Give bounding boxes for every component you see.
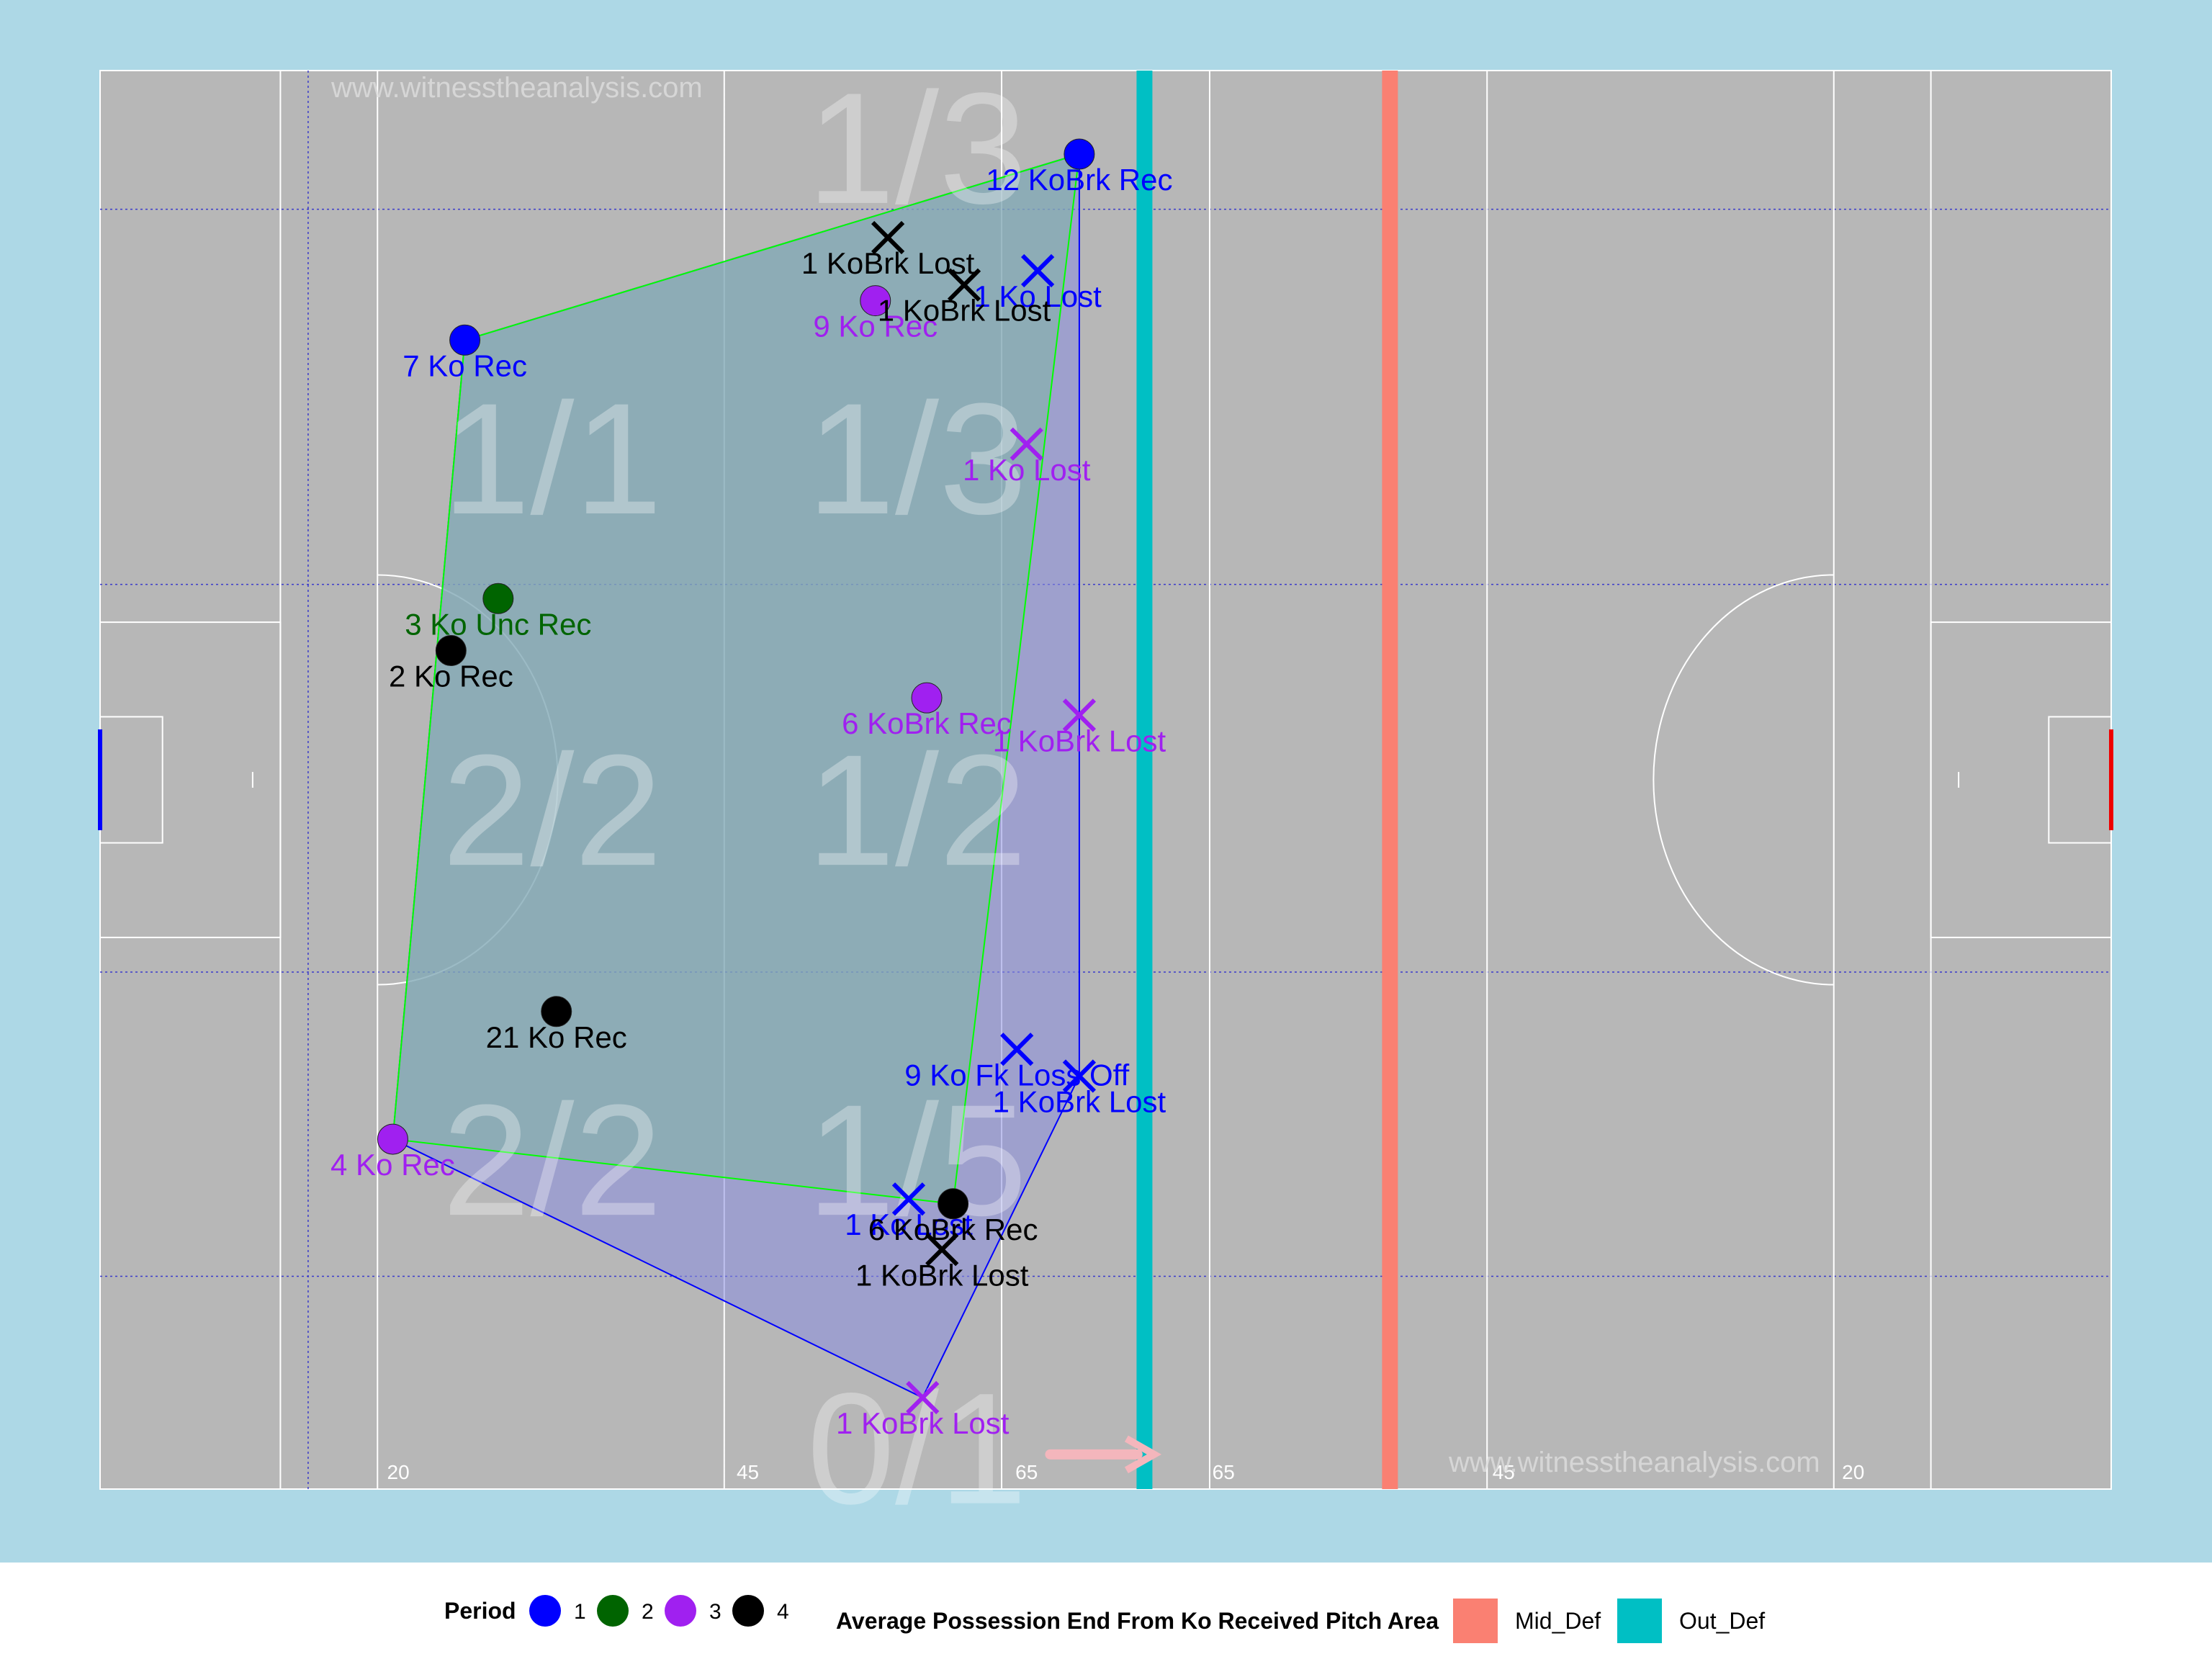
point-label: 1 KoBrk Lost [993, 1085, 1166, 1119]
legend-area-label: Mid_Def [1515, 1608, 1601, 1634]
point-label: 1 KoBrk Lost [993, 724, 1166, 757]
chart-root: 1/3 1/1 1/3 2/2 1/2 2/2 1/5 0/1 20 45 65 65 45 20 ww… [0, 0, 2212, 1659]
legend-period-swatch [529, 1595, 561, 1627]
watermark-top: www.witnesstheanalysis.com [331, 72, 703, 104]
pitch-chart: 1/31/1 1/32/2 1/22/2 1/50/1 20 45 65 65 45 20 ww… [0, 0, 2212, 1659]
point-label: 7 Ko Rec [403, 349, 527, 382]
point-label: 6 KoBrk Rec [842, 706, 1012, 740]
legend-period-label: 2 [642, 1600, 654, 1624]
zone-label: 1/1 [442, 370, 662, 547]
legend-period-swatch [732, 1595, 764, 1627]
point-label: 1 Ko Lost [963, 453, 1091, 487]
point-label: 1 KoBrk Lost [878, 294, 1051, 328]
x-tick-label: 20 [1842, 1461, 1864, 1483]
zone-label: 1/3 [807, 60, 1028, 237]
legend-area-swatch [1617, 1599, 1662, 1643]
legend-area-swatch [1453, 1599, 1498, 1643]
x-tick-label: 65 [1213, 1461, 1235, 1483]
legend-period-label: 1 [574, 1600, 586, 1624]
legend-area-label: Out_Def [1679, 1608, 1765, 1634]
point-label: 12 KoBrk Rec [986, 163, 1172, 197]
legend-period-swatch [597, 1595, 629, 1627]
x-tick-label: 45 [737, 1461, 759, 1483]
point-label: 2 Ko Rec [389, 660, 513, 693]
point-label: 21 Ko Rec [486, 1020, 627, 1054]
zone-label: 2/2 [442, 721, 662, 899]
point-label: 3 Ko Unc Rec [405, 607, 591, 641]
legend-area-title: Average Possession End From Ko Received … [836, 1608, 1439, 1634]
legend-period-swatch [665, 1595, 696, 1627]
zone-label: 0/1 [807, 1360, 1028, 1537]
point-label: 1 KoBrk Lost [836, 1406, 1010, 1440]
point-label: 1 KoBrk Lost [801, 246, 975, 280]
point-label: 1 KoBrk Lost [855, 1258, 1029, 1292]
zone-label: 2/2 [442, 1071, 662, 1249]
x-tick-label: 65 [1015, 1461, 1038, 1483]
watermark-bottom: www.witnesstheanalysis.com [1448, 1447, 1820, 1478]
point-label: 4 Ko Rec [331, 1148, 455, 1182]
legend-period-label: 4 [777, 1600, 789, 1624]
legend-period-title: Period [444, 1598, 516, 1624]
legend-period-label: 3 [709, 1600, 721, 1624]
x-tick-label: 20 [387, 1461, 410, 1483]
